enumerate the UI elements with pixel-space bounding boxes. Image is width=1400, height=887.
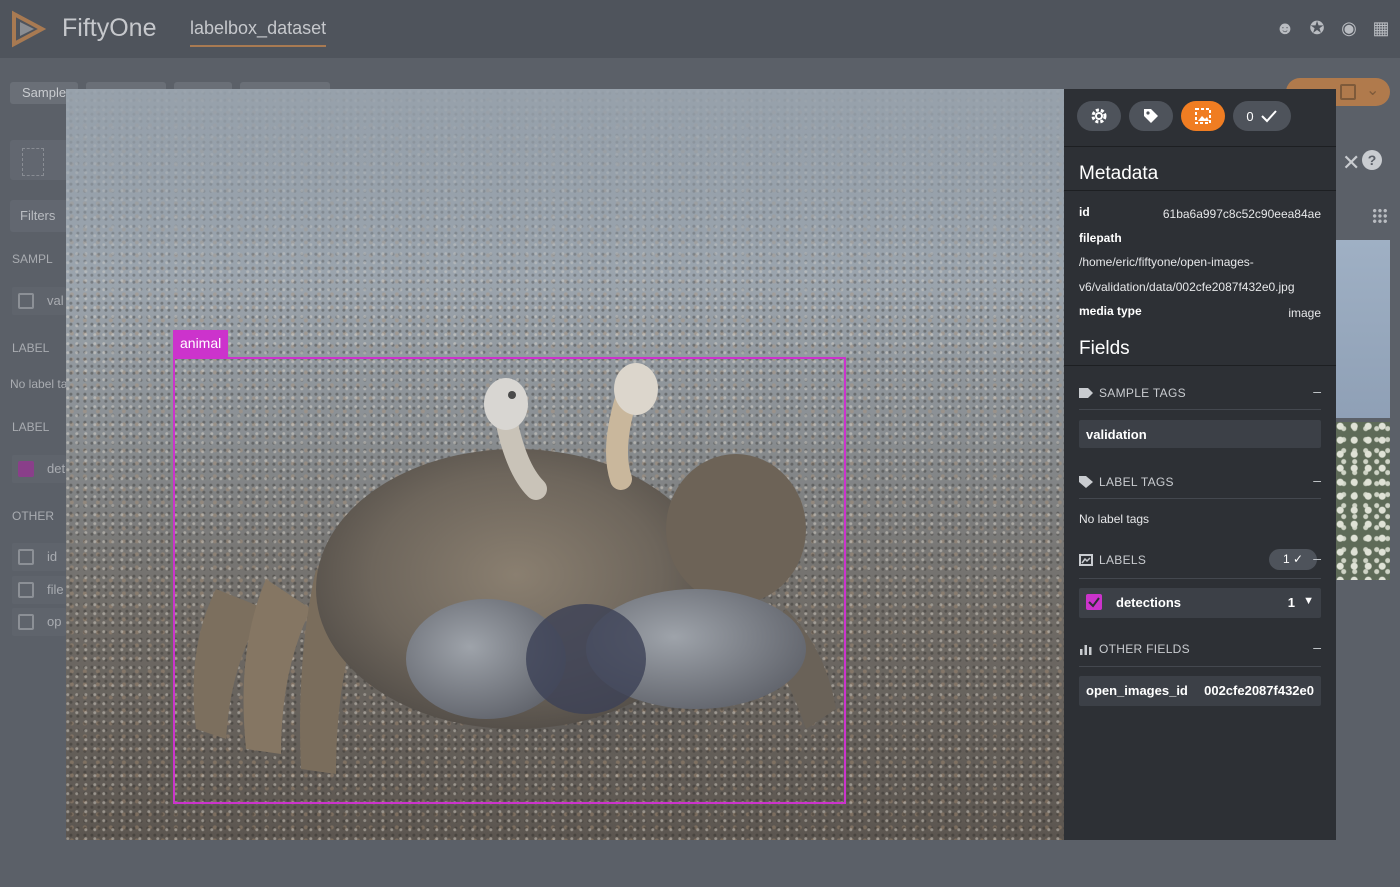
background-toolbar bbox=[10, 140, 70, 180]
detections-label: detections bbox=[1116, 595, 1182, 610]
divider bbox=[1064, 365, 1336, 366]
sample-sidebar: 0 Metadata id 61ba6a997c8c52c90eea84ae f… bbox=[1064, 89, 1336, 840]
bg-row[interactable]: det bbox=[12, 455, 66, 483]
metadata-id-value: 61ba6a997c8c52c90eea84ae bbox=[1162, 207, 1321, 221]
chevron-down-icon: ⌄ bbox=[1366, 82, 1380, 99]
bg-no-label-tags: No label ta bbox=[10, 377, 68, 391]
collapse-icon[interactable]: – bbox=[1313, 639, 1321, 655]
caret-down-icon[interactable]: ▼ bbox=[1303, 595, 1314, 607]
labels-count-badge[interactable]: 1 ✓ bbox=[1269, 549, 1317, 570]
metadata-filepath-value: /home/eric/fiftyone/open-images-v6/valid… bbox=[1079, 255, 1295, 294]
bg-row[interactable]: op bbox=[12, 608, 66, 636]
detection-label[interactable]: animal bbox=[173, 330, 229, 357]
grid-icon[interactable] bbox=[1372, 208, 1388, 224]
bg-row[interactable]: file bbox=[12, 576, 66, 604]
checkbox[interactable] bbox=[18, 461, 34, 477]
dataset-selector[interactable]: labelbox_dataset bbox=[190, 18, 327, 47]
metadata-media-type-value: image bbox=[1288, 306, 1321, 320]
help-icon[interactable]: ? bbox=[1362, 150, 1382, 170]
collapse-icon[interactable]: – bbox=[1313, 550, 1321, 566]
checkbox[interactable] bbox=[18, 582, 34, 598]
bg-row[interactable]: id bbox=[12, 543, 66, 571]
bar-chart-icon bbox=[1080, 645, 1092, 655]
collapse-icon[interactable]: – bbox=[1313, 383, 1321, 399]
labels-icon bbox=[1079, 554, 1093, 566]
sidebar-toolbar: 0 bbox=[1064, 89, 1336, 147]
fields-title: Fields bbox=[1079, 338, 1130, 359]
bg-section-label-tags: LABEL bbox=[12, 341, 50, 355]
selected-count-button[interactable]: 0 bbox=[1233, 101, 1291, 131]
sample-tag-row[interactable]: validation bbox=[1079, 420, 1321, 448]
open-images-id-row[interactable]: open_images_id 002cfe2087f432e0 bbox=[1079, 676, 1321, 706]
divider bbox=[1079, 409, 1321, 410]
open-images-id-key: open_images_id bbox=[1086, 683, 1188, 698]
no-label-tags-text: No label tags bbox=[1079, 512, 1150, 526]
sample-tag-value: validation bbox=[1086, 427, 1147, 442]
github-icon[interactable]: ◉ bbox=[1338, 18, 1360, 38]
app-header: FiftyOne labelbox_dataset ☻ ✪ ◉ ▦ bbox=[0, 0, 1400, 58]
image-view-button[interactable] bbox=[1181, 101, 1225, 131]
divider bbox=[1079, 578, 1321, 579]
app-title: FiftyOne bbox=[62, 14, 157, 42]
slack-icon[interactable]: ✪ bbox=[1306, 18, 1328, 38]
bg-section-other: OTHER bbox=[12, 509, 54, 523]
sample-tags-header[interactable]: SAMPLE TAGS – bbox=[1079, 383, 1321, 403]
tag-icon bbox=[1144, 109, 1158, 123]
labels-header[interactable]: LABELS 1 ✓ – bbox=[1079, 549, 1321, 570]
filters-label: Filters bbox=[10, 200, 70, 232]
divider bbox=[1079, 666, 1321, 667]
metadata-title: Metadata bbox=[1079, 163, 1159, 184]
divider bbox=[1064, 190, 1336, 191]
docs-icon[interactable]: ▦ bbox=[1370, 18, 1392, 38]
close-icon[interactable]: ✕ bbox=[1342, 150, 1360, 176]
bg-section-sample: SAMPL bbox=[12, 252, 53, 266]
settings-icon bbox=[1091, 108, 1107, 124]
check-icon bbox=[1088, 597, 1100, 608]
expand-sidebar-icon[interactable] bbox=[22, 148, 44, 176]
tag-button[interactable] bbox=[1129, 101, 1173, 131]
detections-row[interactable]: detections 1 ▼ bbox=[1079, 588, 1321, 618]
team-icon[interactable]: ☻ bbox=[1274, 18, 1296, 38]
checkbox[interactable] bbox=[18, 549, 34, 565]
fiftyone-logo bbox=[12, 10, 46, 48]
selected-count: 0 bbox=[1246, 108, 1254, 124]
bg-section-labels: LABEL bbox=[12, 420, 50, 434]
metadata-id-key: id bbox=[1079, 205, 1090, 219]
check-icon bbox=[1260, 110, 1277, 123]
checkbox[interactable] bbox=[18, 614, 34, 630]
tag-outline-icon bbox=[1079, 388, 1093, 398]
checkbox[interactable] bbox=[18, 293, 34, 309]
collapse-icon[interactable]: – bbox=[1313, 472, 1321, 488]
sample-thumbnail[interactable] bbox=[1336, 422, 1390, 580]
bar-chart-icon bbox=[1340, 84, 1356, 100]
detections-count: 1 bbox=[1287, 595, 1295, 610]
label-tags-header[interactable]: LABEL TAGS – bbox=[1079, 472, 1321, 492]
metadata-filepath-key: filepath bbox=[1079, 231, 1122, 245]
detection-bounding-box[interactable] bbox=[173, 357, 846, 804]
tag-icon bbox=[1079, 476, 1093, 488]
check-icon: ✓ bbox=[1292, 552, 1304, 566]
other-fields-header[interactable]: OTHER FIELDS – bbox=[1079, 639, 1321, 659]
open-images-id-value: 002cfe2087f432e0 bbox=[1204, 683, 1314, 698]
sample-thumbnail[interactable] bbox=[1336, 240, 1390, 418]
image-icon bbox=[1195, 108, 1211, 124]
settings-button[interactable] bbox=[1077, 101, 1121, 131]
bg-row[interactable]: val bbox=[12, 287, 66, 315]
metadata-media-type-key: media type bbox=[1079, 304, 1142, 318]
divider bbox=[1079, 498, 1321, 499]
detections-checkbox[interactable] bbox=[1086, 594, 1102, 610]
